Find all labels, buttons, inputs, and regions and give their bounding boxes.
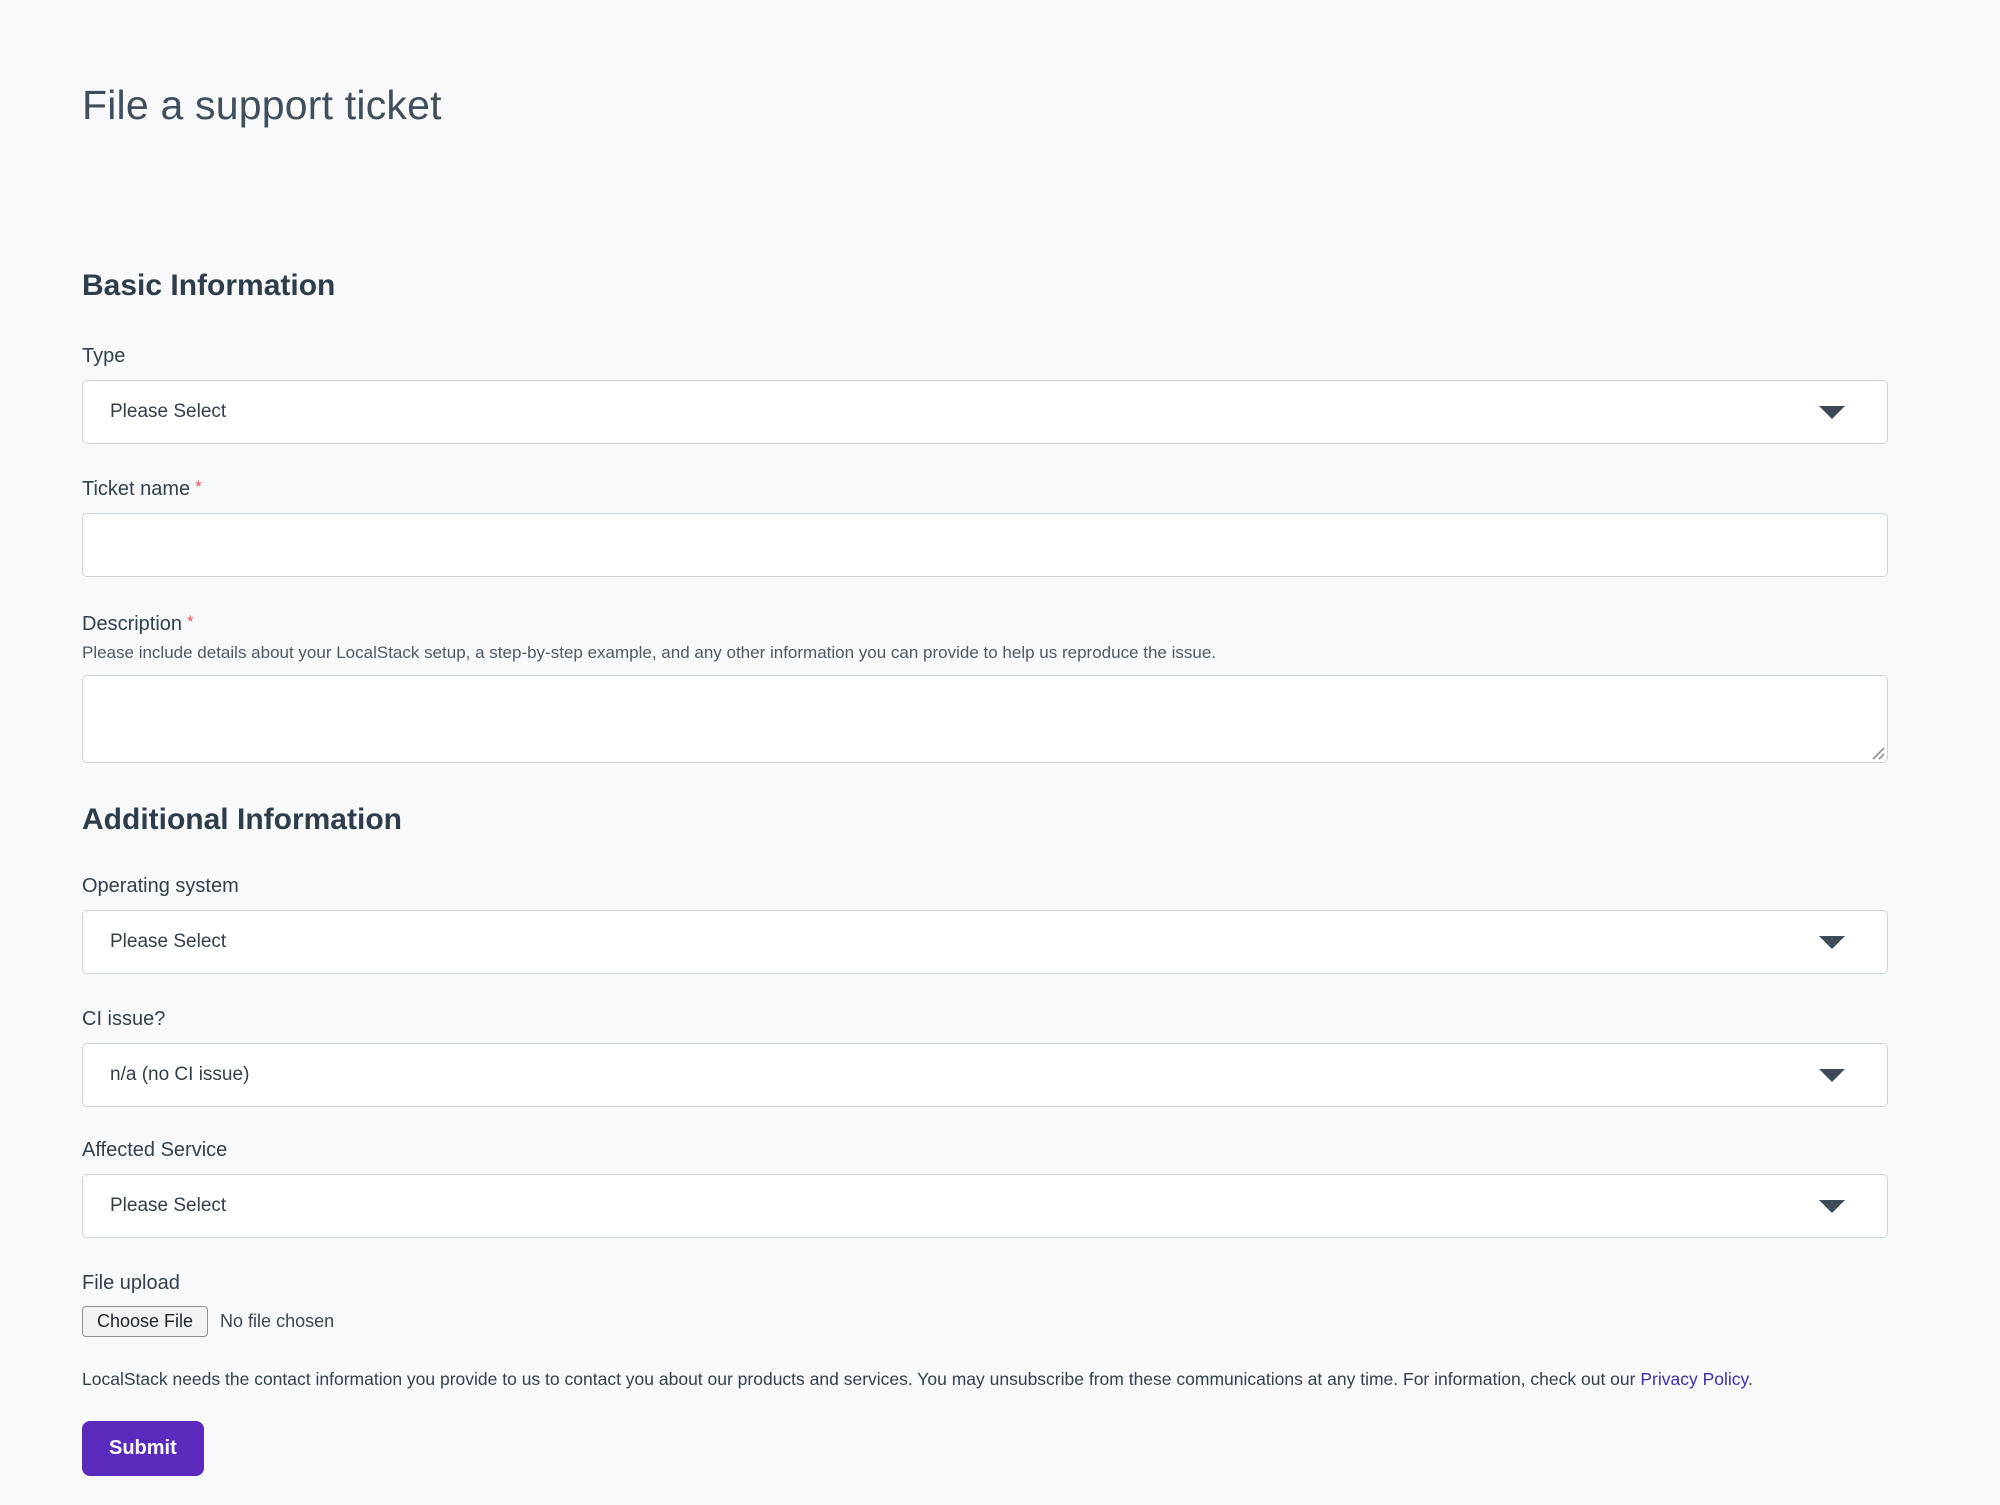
chevron-down-icon [1819, 406, 1845, 419]
submit-button[interactable]: Submit [82, 1421, 204, 1476]
ticket-name-label: Ticket name * [82, 476, 1888, 500]
description-helper-text: Please include details about your LocalS… [82, 641, 1888, 665]
operating-system-label: Operating system [82, 875, 1888, 897]
ci-issue-select-value: n/a (no CI issue) [110, 1064, 249, 1086]
chevron-down-icon [1819, 1069, 1845, 1082]
choose-file-button[interactable]: Choose File [82, 1306, 208, 1337]
type-label-text: Type [82, 345, 125, 367]
description-textarea[interactable] [82, 675, 1888, 763]
description-label: Description * [82, 611, 1888, 635]
file-upload-control: Choose File No file chosen [82, 1306, 1888, 1337]
support-ticket-page: File a support ticket Basic Information … [0, 0, 2000, 1505]
ci-issue-select[interactable]: n/a (no CI issue) [82, 1043, 1888, 1107]
page-title: File a support ticket [82, 82, 1888, 129]
affected-service-select-value: Please Select [110, 1195, 226, 1217]
operating-system-select-value: Please Select [110, 931, 226, 953]
section-heading-basic-information: Basic Information [82, 269, 1888, 303]
privacy-notice-text: LocalStack needs the contact information… [82, 1369, 1640, 1389]
section-heading-additional-information: Additional Information [82, 803, 1888, 837]
file-upload-label: File upload [82, 1272, 1888, 1294]
ticket-name-input[interactable] [82, 513, 1888, 577]
file-upload-status: No file chosen [220, 1311, 334, 1332]
description-textarea-wrap [82, 675, 1888, 763]
operating-system-select[interactable]: Please Select [82, 910, 1888, 974]
ci-issue-label-text: CI issue? [82, 1008, 165, 1030]
privacy-notice: LocalStack needs the contact information… [82, 1367, 1888, 1391]
required-asterisk: * [187, 612, 194, 631]
description-label-text: Description [82, 613, 182, 635]
file-upload-label-text: File upload [82, 1272, 180, 1294]
required-asterisk: * [195, 477, 202, 496]
ticket-name-label-text: Ticket name [82, 478, 190, 500]
affected-service-label: Affected Service [82, 1139, 1888, 1161]
type-select[interactable]: Please Select [82, 380, 1888, 444]
chevron-down-icon [1819, 936, 1845, 949]
privacy-notice-period: . [1748, 1369, 1753, 1389]
operating-system-label-text: Operating system [82, 875, 239, 897]
chevron-down-icon [1819, 1200, 1845, 1213]
type-select-value: Please Select [110, 401, 226, 423]
affected-service-label-text: Affected Service [82, 1139, 227, 1161]
type-label: Type [82, 345, 1888, 367]
privacy-policy-link[interactable]: Privacy Policy [1640, 1369, 1748, 1389]
ci-issue-label: CI issue? [82, 1008, 1888, 1030]
affected-service-select[interactable]: Please Select [82, 1174, 1888, 1238]
